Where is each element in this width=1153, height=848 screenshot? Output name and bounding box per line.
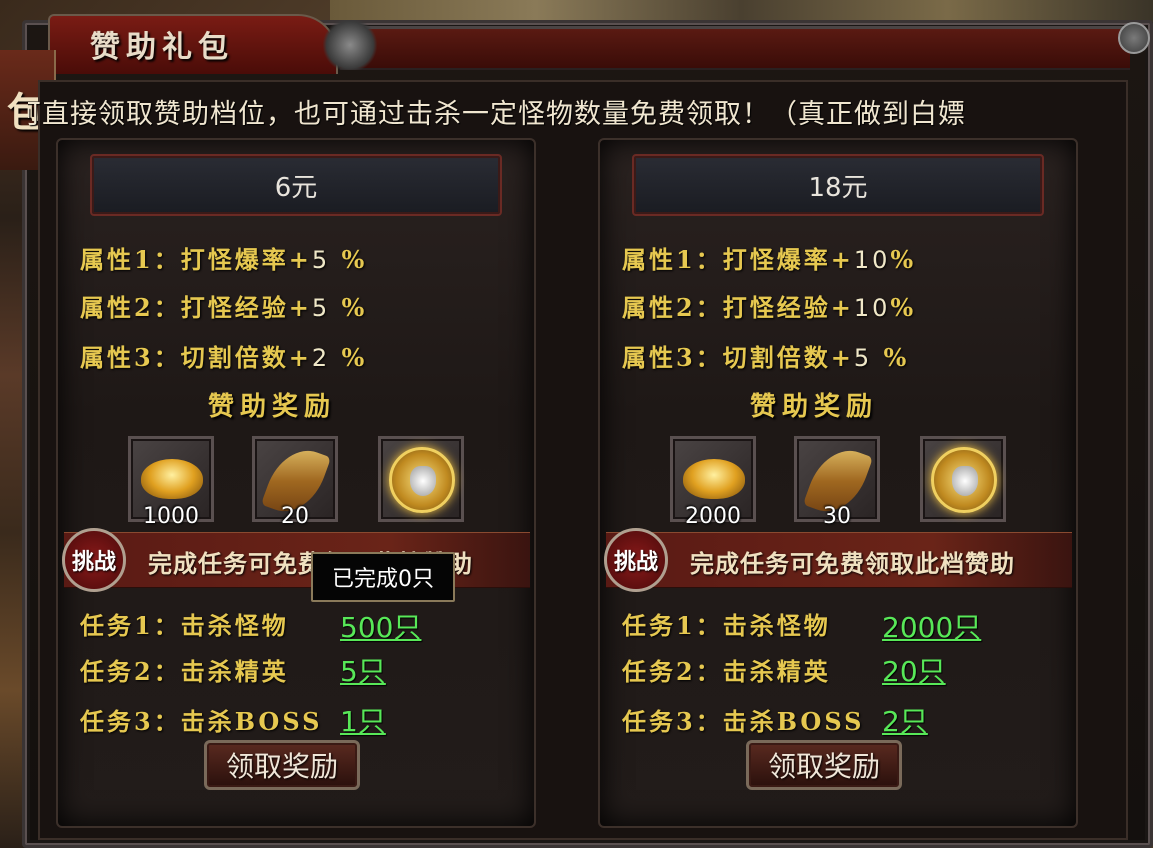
attribute-2: 属性2：打怪经验+5 %: [80, 293, 368, 322]
attribute-2: 属性2：打怪经验+10%: [622, 293, 917, 322]
game-scene-top: [330, 0, 1153, 22]
gold-ingot-icon: [141, 459, 203, 499]
task-3-label: 任务3：击杀BOSS: [622, 707, 865, 736]
ox-medal-icon: [389, 447, 455, 513]
window-top-bar: [340, 26, 1130, 70]
reward-title: 赞助奖励: [750, 392, 879, 422]
challenge-badge: 挑战: [604, 528, 668, 592]
reward-slot-medal[interactable]: [920, 436, 1006, 522]
progress-tooltip: 已完成0只: [311, 552, 455, 602]
notice-text: 可直接领取赞助档位，也可通过击杀一定怪物数量免费领取！（真正做到白嫖: [28, 99, 966, 130]
notice-marquee: 可直接领取赞助档位，也可通过击杀一定怪物数量免费领取！（真正做到白嫖: [28, 92, 1118, 136]
window-title: 赞助礼包: [90, 30, 234, 65]
task-2-value[interactable]: 20只: [882, 650, 946, 690]
reward-count: 30: [823, 504, 851, 529]
challenge-badge: 挑战: [62, 528, 126, 592]
tier-panel-1: 6元 属性1：打怪爆率+5 % 属性2：打怪经验+5 % 属性3：切割倍数+2 …: [56, 138, 536, 828]
reward-slot-feather[interactable]: 20: [252, 436, 338, 529]
tier-price: 18元: [632, 154, 1044, 216]
ornament-icon: [320, 20, 380, 70]
reward-slot-gold[interactable]: 2000: [670, 436, 756, 529]
task-1-value[interactable]: 2000只: [882, 606, 981, 646]
attribute-3: 属性3：切割倍数+2 %: [80, 343, 368, 372]
task-1-label: 任务1：击杀怪物: [622, 611, 831, 640]
task-3-label: 任务3：击杀BOSS: [80, 707, 323, 736]
claim-reward-button[interactable]: 领取奖励: [204, 740, 360, 790]
task-3-value[interactable]: 1只: [340, 700, 386, 740]
task-2-label: 任务2：击杀精英: [622, 657, 831, 686]
ox-medal-icon: [931, 447, 997, 513]
reward-title: 赞助奖励: [208, 392, 337, 422]
reward-slot-gold[interactable]: 1000: [128, 436, 214, 529]
tier-panel-2: 18元 属性1：打怪爆率+10% 属性2：打怪经验+10% 属性3：切割倍数+5…: [598, 138, 1078, 828]
attribute-3: 属性3：切割倍数+5 %: [622, 343, 910, 372]
claim-reward-button[interactable]: 领取奖励: [746, 740, 902, 790]
reward-count: 1000: [143, 504, 199, 529]
gold-ingot-icon: [683, 459, 745, 499]
reward-slot-medal[interactable]: [378, 436, 464, 522]
attribute-1: 属性1：打怪爆率+5 %: [80, 245, 368, 274]
attribute-1: 属性1：打怪爆率+10%: [622, 245, 917, 274]
tier-price: 6元: [90, 154, 502, 216]
reward-count: 2000: [685, 504, 741, 529]
reward-count: 20: [281, 504, 309, 529]
task-1-label: 任务1：击杀怪物: [80, 611, 289, 640]
challenge-text: 完成任务可免费领取此档赞助: [690, 550, 1015, 578]
reward-slot-feather[interactable]: 30: [794, 436, 880, 529]
task-2-label: 任务2：击杀精英: [80, 657, 289, 686]
close-button[interactable]: [1118, 22, 1150, 54]
task-3-value[interactable]: 2只: [882, 700, 928, 740]
task-2-value[interactable]: 5只: [340, 650, 386, 690]
task-1-value[interactable]: 500只: [340, 606, 421, 646]
